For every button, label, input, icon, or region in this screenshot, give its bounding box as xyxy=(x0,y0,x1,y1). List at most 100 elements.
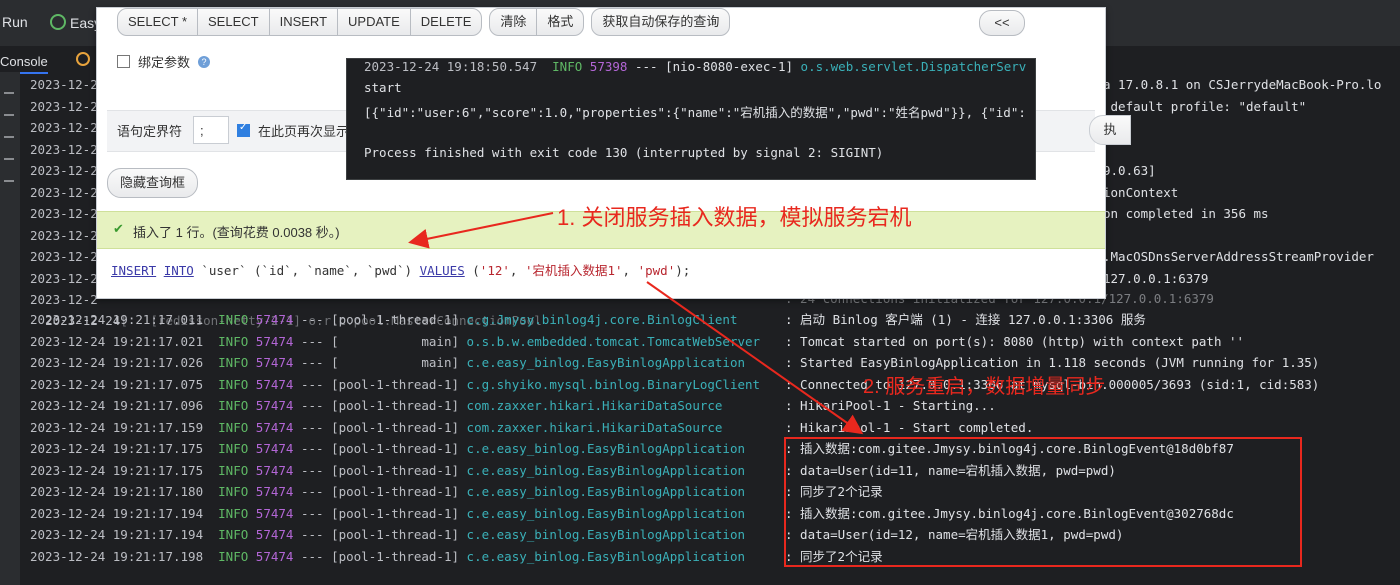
log-timestamp: 2023-12-2 xyxy=(30,249,98,264)
log-line: 2023-12-24 19:21:17.175 INFO 57474 --- [… xyxy=(30,438,745,460)
log-separator: --- xyxy=(300,398,324,413)
sql-keyword[interactable]: INSERT xyxy=(111,263,156,278)
log-logger: c.e.easy_binlog.EasyBinlogApplication xyxy=(466,441,745,456)
console-output-icon xyxy=(75,52,90,66)
print-icon[interactable] xyxy=(4,158,14,160)
hide-query-button[interactable]: 隐藏查询框 xyxy=(107,168,199,198)
log-level: INFO xyxy=(218,398,249,413)
log-timestamp: 2023-12-2 xyxy=(30,141,98,157)
log-pid: 57474 xyxy=(255,333,294,349)
log-logger: c.e.easy_binlog.EasyBinlogApplication xyxy=(466,462,745,478)
log-logger: c.e.easy_binlog.EasyBinlogApplication xyxy=(466,505,745,521)
log-line: 2023-12-24 19:21:17.180 INFO 57474 --- [… xyxy=(30,481,745,503)
log-pid: 57474 xyxy=(255,505,294,521)
delimiter-input[interactable]: ; xyxy=(193,116,229,144)
show-again-checkbox[interactable] xyxy=(237,122,250,137)
log-timestamp: 2023-12-2 xyxy=(30,77,98,92)
log-timestamp: 2023-12-24 19:21:17.180 xyxy=(30,484,204,499)
log-logger: com.zaxxer.hikari.HikariDataSource xyxy=(466,419,723,435)
trash-icon[interactable] xyxy=(4,180,14,182)
log-level: INFO xyxy=(218,376,249,392)
log-timestamp: 2023-12-2 xyxy=(30,98,98,114)
clear-button[interactable]: 清除 xyxy=(489,8,538,36)
show-again-option[interactable]: 在此页再次显示此 xyxy=(237,121,362,140)
console-tab[interactable]: Console xyxy=(0,52,90,74)
terminal-thread: --- [nio-8080-exec-1] xyxy=(634,59,794,74)
log-thread: [ main] xyxy=(331,355,460,370)
log-line: 2023-12-24 19:21:17.096 INFO 57474 --- [… xyxy=(30,395,722,417)
log-timestamp: 2023-12-2 xyxy=(30,184,98,200)
terminal-line: [{"id":"user:6","score":1.0,"properties"… xyxy=(364,105,1026,120)
sql-keyword[interactable]: INTO xyxy=(164,263,194,278)
log-level: INFO xyxy=(218,419,249,435)
terminal-level: INFO xyxy=(552,59,583,74)
sql-comma: , xyxy=(509,263,525,278)
console-tab-label: Console xyxy=(0,54,48,69)
log-message-tail: .MacOSDnsServerAddressStreamProvider xyxy=(1103,249,1374,264)
autosave-query-button[interactable]: 获取自动保存的查询 xyxy=(591,8,731,36)
select-all-button[interactable]: SELECT * xyxy=(117,8,199,36)
scroll-end-icon[interactable] xyxy=(4,136,14,138)
format-button[interactable]: 格式 xyxy=(536,8,585,36)
delimiter-label: 语句定界符 xyxy=(117,124,183,139)
scroll-up-icon[interactable] xyxy=(4,92,14,94)
log-separator: --- xyxy=(300,355,324,370)
success-check-icon: ✔ xyxy=(113,221,124,236)
log-message: : HikariPool-1 - Start completed. xyxy=(785,419,1034,435)
log-timestamp: 2023-12-24 19:21:17.011 xyxy=(30,312,204,327)
terminal-logger: o.s.web.servlet.DispatcherServ xyxy=(800,59,1027,74)
log-level: INFO xyxy=(218,527,249,542)
log-timestamp: 2023-12-24 19:21:17.159 xyxy=(30,419,204,435)
annotation-step2: 2. 服务重启，数据增量同步 xyxy=(863,376,1106,398)
collapse-button[interactable]: << xyxy=(979,10,1025,36)
log-timestamp: 2023-12-2 xyxy=(30,163,98,178)
log-pid: 57474 xyxy=(255,398,294,413)
log-separator: --- xyxy=(300,462,324,478)
select-button[interactable]: SELECT xyxy=(197,8,270,36)
execute-button[interactable]: 执 xyxy=(1089,115,1131,145)
bind-params-checkbox[interactable] xyxy=(117,55,130,68)
log-thread: [pool-1-thread-1] xyxy=(331,398,460,413)
delete-button[interactable]: DELETE xyxy=(409,8,483,36)
sql-string: '宕机插入数据1' xyxy=(524,263,623,278)
log-level: INFO xyxy=(218,548,249,564)
terminal-line: Process finished with exit code 130 (int… xyxy=(364,145,884,160)
log-logger: c.g.Jmysy.binlog4j.core.BinlogClient xyxy=(466,312,738,327)
bind-params-option[interactable]: 绑定参数 ? xyxy=(117,52,211,71)
wrap-icon[interactable] xyxy=(4,114,14,116)
log-separator: --- xyxy=(300,505,324,521)
log-thread: [pool-1-thread-1] xyxy=(331,505,460,521)
terminal-pid: 57398 xyxy=(589,59,628,74)
log-separator: --- xyxy=(300,527,324,542)
update-button[interactable]: UPDATE xyxy=(337,8,411,36)
log-line: 2023-12-24 19:21:17.175 INFO 57474 --- [… xyxy=(30,460,745,482)
log-thread: [pool-1-thread-1] xyxy=(331,462,460,478)
log-message-tail: 127.0.0.1:6379 xyxy=(1103,270,1209,286)
annotation-step1: 1. 关闭服务插入数据，模拟服务宕机 xyxy=(557,205,912,230)
log-pid: 57474 xyxy=(255,312,294,327)
executed-sql: INSERT INTO `user` (`id`, `name`, `pwd`)… xyxy=(111,260,690,279)
log-level: INFO xyxy=(218,484,249,499)
log-separator: --- xyxy=(300,548,324,564)
log-pid: 57474 xyxy=(255,462,294,478)
spring-boot-icon xyxy=(50,14,66,30)
log-line: 2023-12-24 19:21:17.011 INFO 57474 --- [… xyxy=(30,309,737,331)
help-icon[interactable]: ? xyxy=(198,55,211,68)
sql-comma: , xyxy=(622,263,638,278)
log-timestamp: 2023-12-24 19:21:17.021 xyxy=(30,333,204,349)
log-message-tail: default profile: "default" xyxy=(1103,98,1307,114)
log-timestamp: 2023-12-24 19:21:17.194 xyxy=(30,527,204,542)
log-message: : Tomcat started on port(s): 8080 (http)… xyxy=(785,333,1245,349)
console-gutter xyxy=(0,72,20,585)
app-run-tab[interactable]: Easy xyxy=(50,14,101,31)
log-logger: c.e.easy_binlog.EasyBinlogApplication xyxy=(466,527,745,542)
log-pid: 57474 xyxy=(255,419,294,435)
insert-button[interactable]: INSERT xyxy=(268,8,339,36)
log-message-tail: on completed in 356 ms xyxy=(1103,206,1269,221)
log-timestamp: 2023-12-2 xyxy=(30,206,98,221)
sql-paren: ( xyxy=(464,263,480,278)
run-label[interactable]: Run xyxy=(2,14,28,30)
log-logger: o.s.b.w.embedded.tomcat.TomcatWebServer xyxy=(466,333,761,349)
log-separator: --- xyxy=(300,484,324,499)
sql-keyword[interactable]: VALUES xyxy=(420,263,465,278)
